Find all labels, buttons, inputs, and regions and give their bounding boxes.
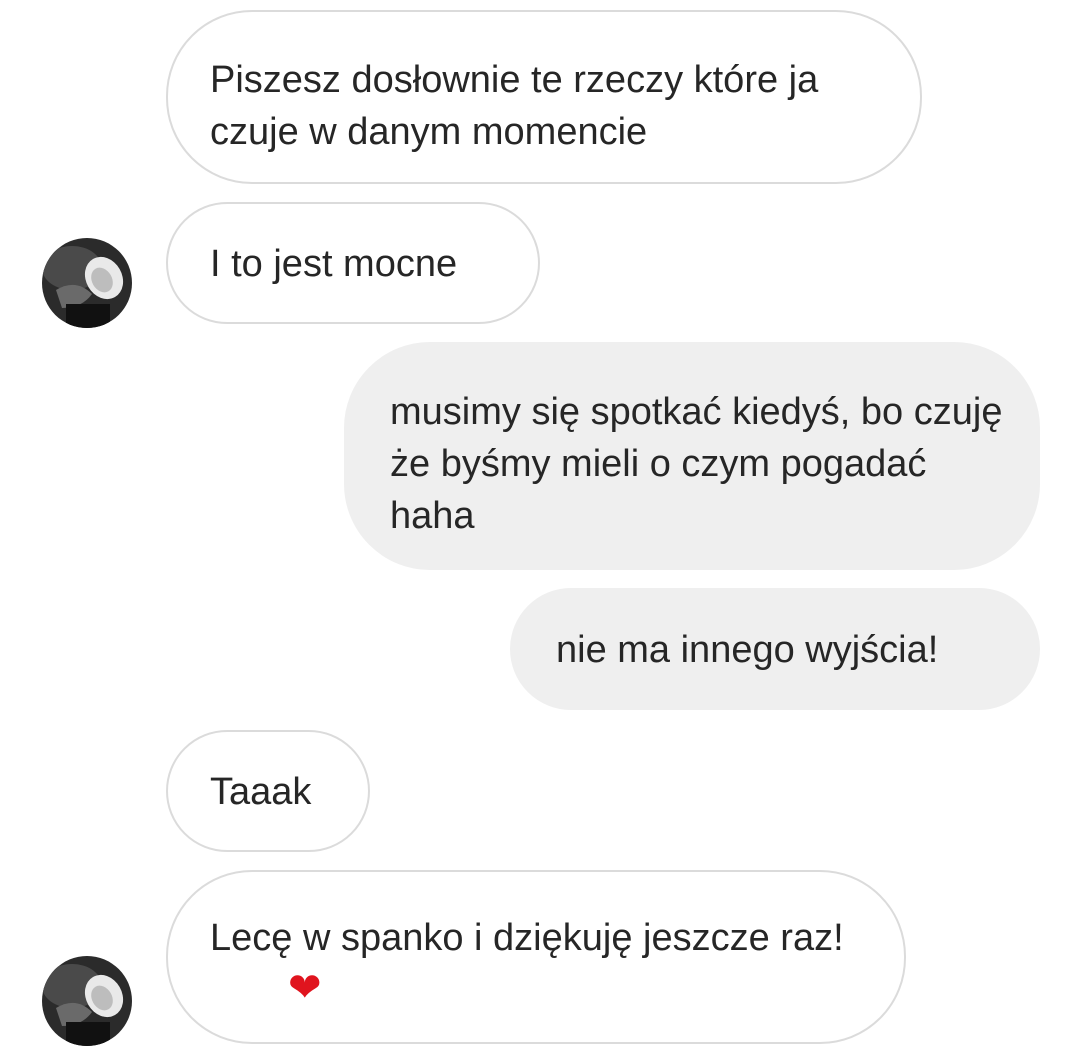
contact-avatar[interactable]: [42, 238, 132, 328]
contact-avatar[interactable]: [42, 956, 132, 1046]
message-bubble-outgoing[interactable]: musimy się spotkać kiedyś, bo czuję że b…: [344, 342, 1040, 570]
message-text: Lecę w spanko i dziękuję jeszcze raz!: [210, 912, 874, 964]
message-text: I to jest mocne: [210, 243, 458, 285]
message-bubble-incoming[interactable]: I to jest mocne: [166, 202, 540, 324]
message-text-content: Lecę w spanko i dziękuję jeszcze raz!: [210, 917, 844, 959]
message-bubble-incoming[interactable]: Piszesz dosłownie te rzeczy które ja czu…: [166, 10, 922, 184]
message-bubble-incoming[interactable]: Taaak: [166, 730, 370, 852]
message-text: Piszesz dosłownie te rzeczy które ja czu…: [210, 59, 819, 153]
red-heart-icon: ❤: [288, 966, 322, 1010]
message-bubble-incoming[interactable]: Lecę w spanko i dziękuję jeszcze raz! ❤: [166, 870, 906, 1044]
profile-photo-icon: [42, 238, 132, 328]
message-text: musimy się spotkać kiedyś, bo czuję że b…: [390, 391, 1003, 537]
message-bubble-outgoing[interactable]: nie ma innego wyjścia!: [510, 588, 1040, 710]
profile-photo-icon: [42, 956, 132, 1046]
message-text: nie ma innego wyjścia!: [556, 629, 939, 671]
message-text: Taaak: [210, 771, 312, 813]
